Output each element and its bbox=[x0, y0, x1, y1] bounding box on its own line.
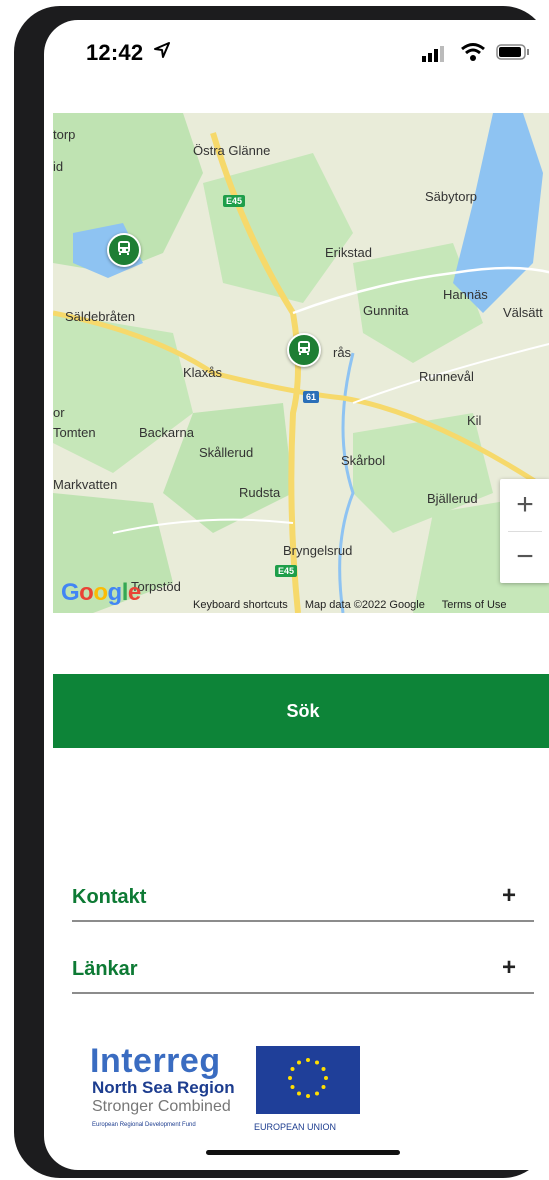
google-logo: Google bbox=[61, 579, 141, 606]
bus-icon bbox=[116, 240, 132, 261]
map-place: Säldebråten bbox=[65, 309, 136, 324]
map-place: Erikstad bbox=[325, 245, 372, 260]
map-place: Backarna bbox=[139, 425, 194, 440]
map-place: Markvatten bbox=[53, 477, 118, 492]
search-button[interactable]: Sök bbox=[53, 674, 549, 748]
expand-plus-icon[interactable]: + bbox=[502, 954, 516, 982]
bus-icon bbox=[296, 340, 312, 361]
map-place: Skållerud bbox=[199, 445, 254, 460]
map-place: or bbox=[53, 405, 65, 420]
bus-stop-marker[interactable] bbox=[107, 233, 141, 267]
keyboard-shortcuts-link[interactable]: Keyboard shortcuts bbox=[193, 599, 288, 611]
map-place: rås bbox=[333, 345, 352, 360]
terms-of-use-link[interactable]: Terms of Use bbox=[442, 599, 507, 611]
fund-text: European Regional Development Fund bbox=[92, 1122, 196, 1128]
map-place: Bjällerud bbox=[427, 491, 478, 506]
road-shield-e45: E45 bbox=[223, 195, 246, 207]
battery-icon bbox=[496, 44, 530, 65]
map-place: Bryngelsrud bbox=[283, 543, 353, 558]
road-shield-61: 61 bbox=[303, 391, 320, 403]
zoom-out-button[interactable]: − bbox=[500, 531, 549, 583]
map-place: Välsätt bbox=[503, 305, 543, 320]
map-place: Klaxås bbox=[183, 365, 223, 380]
status-time: 12:42 bbox=[86, 40, 144, 65]
map-view[interactable]: torp id Östra Glänne Säbytorp Erikstad H… bbox=[53, 113, 549, 613]
map-place: Runnevål bbox=[419, 369, 474, 384]
location-arrow-icon bbox=[154, 42, 170, 63]
map-place: Gunnita bbox=[363, 303, 409, 318]
home-indicator bbox=[206, 1150, 400, 1155]
map-place: id bbox=[53, 159, 64, 174]
map-place: Hannäs bbox=[443, 287, 488, 302]
map-place: Skårbol bbox=[341, 453, 386, 468]
road-shield-e45: E45 bbox=[275, 565, 298, 577]
status-bar: 12:42 bbox=[44, 20, 549, 84]
map-place: Rudsta bbox=[239, 485, 281, 500]
accordion-label: Länkar bbox=[72, 958, 138, 980]
map-place: Tomten bbox=[53, 425, 96, 440]
region-text: North Sea Region bbox=[92, 1078, 235, 1097]
zoom-in-button[interactable]: + bbox=[500, 479, 549, 531]
interreg-logo-text: Interreg bbox=[90, 1042, 221, 1080]
bus-stop-marker[interactable] bbox=[287, 333, 321, 367]
screen: 12:42 torp id Östra Glänne Säbytorp Erik… bbox=[44, 20, 549, 1170]
accordion-kontakt[interactable]: Kontakt + bbox=[72, 880, 534, 922]
wifi-icon bbox=[460, 42, 486, 67]
phone-frame: 12:42 torp id Östra Glänne Säbytorp Erik… bbox=[14, 6, 549, 1178]
map-attribution: Keyboard shortcuts Map data ©2022 Google… bbox=[193, 599, 521, 611]
map-place: Östra Glänne bbox=[193, 143, 271, 158]
zoom-control: + − bbox=[500, 479, 549, 583]
expand-plus-icon[interactable]: + bbox=[502, 882, 516, 910]
map-place: Kil bbox=[467, 413, 482, 428]
eu-flag-icon bbox=[256, 1046, 360, 1114]
accordion-lankar[interactable]: Länkar + bbox=[72, 952, 534, 994]
signal-icon bbox=[422, 46, 448, 67]
tagline-text: Stronger Combined bbox=[92, 1098, 231, 1115]
map-place: Säbytorp bbox=[425, 189, 478, 204]
eu-text: EUROPEAN UNION bbox=[254, 1122, 337, 1132]
footer-logos: Interreg North Sea Region Stronger Combi… bbox=[90, 1044, 390, 1144]
accordion-label: Kontakt bbox=[72, 886, 147, 908]
map-place: torp bbox=[53, 127, 76, 142]
map-data-text: Map data ©2022 Google bbox=[304, 599, 425, 611]
